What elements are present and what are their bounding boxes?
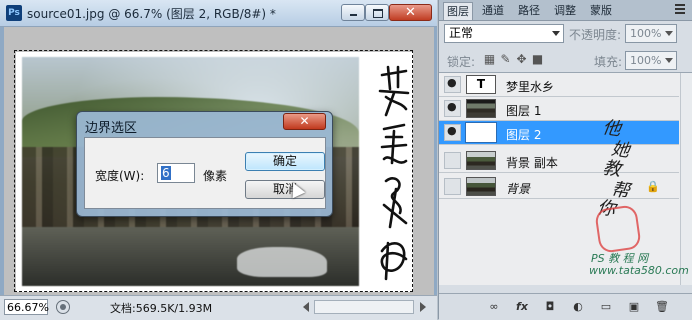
layer-name: 图层 1 [506,104,542,118]
border-selection-dialog: 边界选区 ✕ 宽度(W): 6 像素 确定 取消 [76,111,333,217]
width-label: 宽度(W): [95,169,145,183]
dialog-close-button[interactable]: ✕ [283,113,326,130]
tab-paths[interactable]: 路径 [513,2,545,20]
layer-thumbnail [466,177,496,196]
new-layer-icon[interactable]: ▣ [627,300,641,314]
mask-icon[interactable]: ◘ [543,300,557,314]
scroll-right-icon[interactable] [420,302,426,312]
chevron-down-icon [552,31,560,36]
opacity-value: 100% [630,27,662,40]
visibility-eye-icon[interactable] [444,152,461,169]
document-window: Ps source01.jpg @ 66.7% (图层 2, RGB/8#) *… [0,0,437,320]
width-value: 6 [161,166,171,180]
tab-layers[interactable]: 图层 [443,2,473,20]
scroll-left-icon[interactable] [303,302,309,312]
navigator-icon[interactable] [56,300,70,314]
close-button[interactable]: ✕ [389,4,432,21]
unit-label: 像素 [203,169,228,183]
group-icon[interactable]: ▭ [599,300,613,314]
layers-panel: 图层 通道 路径 调整 蒙版 正常 不透明度: 100% 锁定: ▦ ✎ ✥ ■… [438,0,692,320]
layer-name: 背景 [506,182,531,196]
layer-row[interactable]: T 梦里水乡 [439,73,679,97]
opacity-label: 不透明度: [569,28,622,42]
layer-name: 梦里水乡 [506,80,555,94]
horizontal-scrollbar[interactable] [314,300,414,314]
blend-mode-value: 正常 [449,26,474,40]
adjustment-icon[interactable]: ◐ [571,300,585,314]
maximize-button[interactable] [365,4,389,21]
tab-channels[interactable]: 通道 [477,2,509,20]
visibility-eye-icon[interactable] [444,124,461,141]
layer-row[interactable]: 背景 🔒 [439,175,679,199]
panel-bottom-bar: ∞ fx ◘ ◐ ▭ ▣ 🗑 [439,293,692,320]
panel-tabs: 图层 通道 路径 调整 蒙版 [439,0,692,21]
lock-transparent-icon[interactable]: ▦ [483,53,496,66]
tab-masks[interactable]: 蒙版 [585,2,617,20]
chevron-down-icon [665,58,673,63]
layers-scrollbar[interactable] [680,73,692,285]
layer-thumbnail [466,99,496,118]
fill-label: 填充: [594,55,623,69]
photoshop-app-icon: Ps [6,5,22,21]
tab-adjustments[interactable]: 调整 [549,2,581,20]
text-layer-thumbnail: T [466,75,496,94]
layer-row[interactable]: 图层 1 [439,97,679,121]
visibility-eye-icon[interactable] [444,100,461,117]
fx-icon[interactable]: fx [515,300,529,314]
document-title: source01.jpg @ 66.7% (图层 2, RGB/8#) * [27,7,276,21]
lock-all-icon[interactable]: ■ [531,53,544,66]
trash-icon[interactable]: 🗑 [655,300,669,314]
document-info[interactable]: 文档:569.5K/1.93M [110,300,212,316]
cancel-button[interactable]: 取消 [245,180,325,199]
panel-menu-icon[interactable] [675,4,689,16]
document-titlebar[interactable]: Ps source01.jpg @ 66.7% (图层 2, RGB/8#) *… [0,0,437,27]
visibility-eye-icon[interactable] [444,76,461,93]
lock-brush-icon[interactable]: ✎ [499,53,512,66]
layer-row[interactable]: 背景 副本 [439,149,679,173]
layer-row-selected[interactable]: 图层 2 [439,121,679,145]
chevron-down-icon [665,31,673,36]
layer-thumbnail [466,123,496,142]
minimize-button[interactable] [341,4,365,21]
fill-field[interactable]: 100% [625,51,677,70]
blend-row: 正常 不透明度: 100% [439,21,692,47]
layers-list: T 梦里水乡 图层 1 图层 2 背景 副本 背景 🔒 [439,72,692,285]
lock-move-icon[interactable]: ✥ [515,53,528,66]
width-input[interactable]: 6 [157,163,195,183]
lock-label: 锁定: [447,55,476,69]
ok-button[interactable]: 确定 [245,152,325,171]
visibility-eye-icon[interactable] [444,178,461,195]
blend-mode-select[interactable]: 正常 [444,24,564,43]
layer-thumbnail [466,151,496,170]
status-bar: 66.67% 文档:569.5K/1.93M [0,295,437,320]
lock-icon: 🔒 [646,180,660,193]
link-icon[interactable]: ∞ [487,300,501,314]
dialog-title: 边界选区 [85,121,138,136]
minimize-icon [342,5,364,20]
opacity-field[interactable]: 100% [625,24,677,43]
layer-name: 图层 2 [506,128,542,142]
zoom-field[interactable]: 66.67% [4,299,49,315]
fill-value: 100% [630,54,662,67]
maximize-icon [366,5,388,20]
watermark-site-line2: www.tata580.com [589,264,689,277]
layer-name: 背景 副本 [506,156,558,170]
close-icon: ✕ [405,5,416,20]
watermark-seal [594,204,642,254]
dialog-body: 宽度(W): 6 像素 确定 取消 [84,137,326,209]
lock-row: 锁定: ▦ ✎ ✥ ■ 填充: 100% [439,48,692,72]
